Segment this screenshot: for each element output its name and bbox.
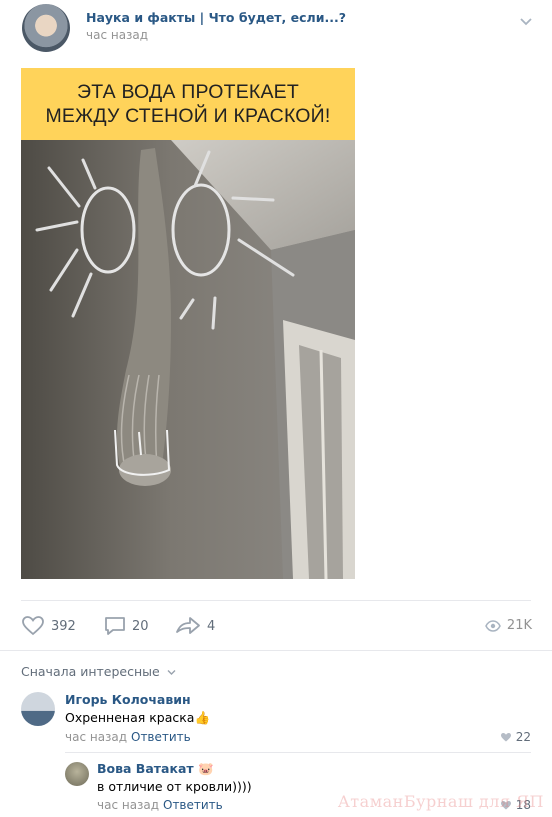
chevron-down-icon <box>167 670 176 675</box>
comment-button[interactable]: 20 <box>104 616 149 636</box>
comment-icon <box>105 617 125 635</box>
share-count: 4 <box>207 618 216 634</box>
watermark: АтаманБурнаш для ЯП <box>337 792 544 811</box>
comment-timestamp[interactable]: час назад <box>65 730 127 744</box>
sort-label: Сначала интересные <box>21 664 160 679</box>
reply-button[interactable]: Ответить <box>131 730 191 744</box>
comment-author[interactable]: Игорь Колочавин <box>65 692 191 707</box>
comment-sort-dropdown[interactable]: Сначала интересные <box>21 664 176 679</box>
comment-count: 20 <box>132 618 149 634</box>
heart-icon <box>500 732 511 741</box>
comment-author-name: Вова Ватакат <box>97 761 194 776</box>
comment-text: в отличие от кровли)))) <box>97 779 252 794</box>
share-button[interactable]: 4 <box>175 616 215 636</box>
avatar[interactable] <box>21 692 55 726</box>
pig-emoji: 🐷 <box>197 761 214 776</box>
chevron-down-icon[interactable] <box>520 12 532 26</box>
divider <box>0 650 552 651</box>
comment-text: Охренненая краска👍 <box>65 710 210 726</box>
post-timestamp[interactable]: час назад <box>86 28 148 42</box>
divider <box>65 752 531 753</box>
like-count: 392 <box>51 618 76 634</box>
comment-author[interactable]: Вова Ватакат 🐷 <box>97 761 214 777</box>
banner-line-1: ЭТА ВОДА ПРОТЕКАЕТ <box>77 81 299 103</box>
comment-like-button[interactable]: 22 <box>500 730 531 744</box>
post-image[interactable]: ЭТА ВОДА ПРОТЕКАЕТ МЕЖДУ СТЕНОЙ И КРАСКО… <box>21 68 355 579</box>
divider <box>21 600 531 601</box>
group-name-link[interactable]: Наука и факты | Что будет, если...? <box>86 10 346 25</box>
avatar[interactable] <box>65 762 89 786</box>
comment-timestamp[interactable]: час назад <box>97 798 159 812</box>
image-caption-banner: ЭТА ВОДА ПРОТЕКАЕТ МЕЖДУ СТЕНОЙ И КРАСКО… <box>21 68 355 140</box>
thumbs-up-emoji: 👍 <box>194 710 211 725</box>
views-count: 21K <box>506 618 532 633</box>
comment-like-count: 22 <box>515 730 531 744</box>
share-icon <box>176 617 200 634</box>
group-avatar[interactable] <box>22 4 70 52</box>
heart-icon <box>22 616 44 636</box>
views-counter: 21K <box>485 618 532 633</box>
eye-icon <box>485 619 501 632</box>
banner-line-2: МЕЖДУ СТЕНОЙ И КРАСКОЙ! <box>45 105 331 127</box>
comment-text-body: Охренненая краска <box>65 710 195 725</box>
like-button[interactable]: 392 <box>21 616 76 636</box>
reply-button[interactable]: Ответить <box>163 798 223 812</box>
